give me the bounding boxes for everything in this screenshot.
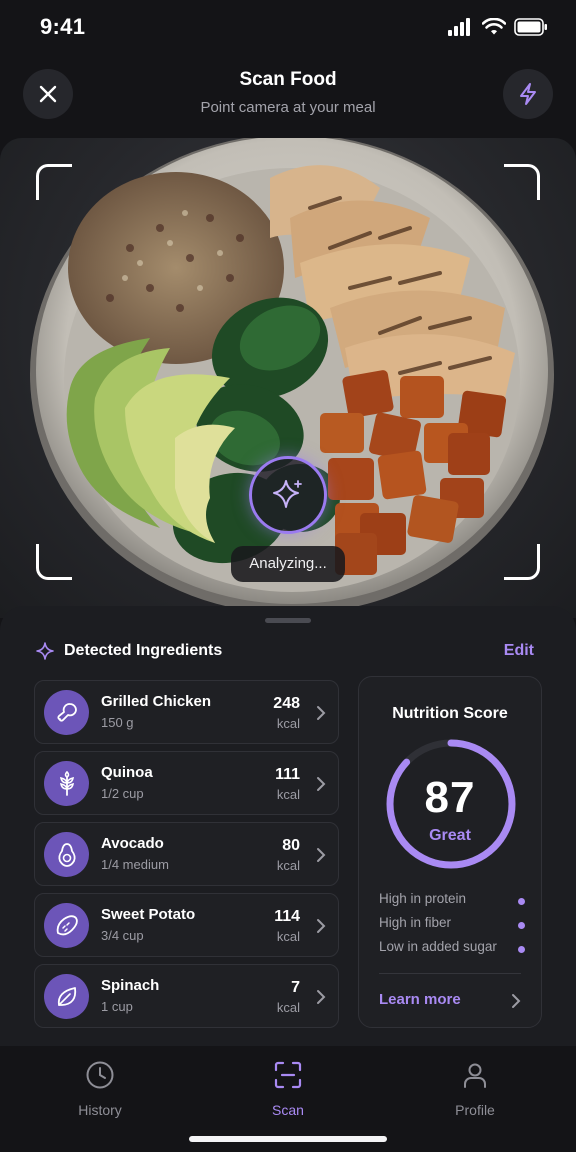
- highlight-dot: [518, 946, 525, 953]
- clock-icon: [86, 1061, 114, 1089]
- highlight-text: High in protein: [379, 891, 467, 906]
- status-time: 9:41: [40, 14, 86, 39]
- wifi-icon: [482, 18, 506, 35]
- person-icon: [464, 1063, 486, 1088]
- signal-icon: [448, 18, 470, 36]
- nutrition-score-card: Nutrition Score 87 Great High in protein…: [358, 676, 542, 1028]
- drumstick-icon: [44, 690, 89, 735]
- ingredient-qty: 1 cup: [101, 999, 133, 1014]
- ingredient-kcal-unit: kcal: [276, 1000, 300, 1015]
- score-value: 87: [424, 773, 476, 822]
- status-bar: 9:41: [0, 0, 576, 56]
- status-icons: [448, 18, 548, 36]
- tab-label: History: [78, 1102, 122, 1118]
- ingredient-name: Avocado: [101, 835, 164, 852]
- chevron-right-icon: [317, 848, 326, 862]
- battery-icon: [514, 18, 547, 36]
- sparkle-icon: [273, 480, 302, 508]
- frame-corner-top-right: [504, 164, 540, 200]
- highlight-dot: [518, 898, 525, 905]
- ingredient-qty: 3/4 cup: [101, 928, 144, 943]
- frame-corner-bottom-right: [504, 544, 540, 580]
- divider: [379, 973, 521, 974]
- sparkle-icon: [36, 642, 54, 660]
- ingredient-row[interactable]: Grilled Chicken 150 g 248 kcal: [34, 680, 339, 744]
- ingredient-kcal-unit: kcal: [276, 858, 300, 873]
- tab-history[interactable]: History: [40, 1058, 160, 1118]
- ingredient-kcal: 248: [273, 695, 300, 712]
- highlight-item: High in protein: [379, 891, 525, 915]
- ingredient-kcal-unit: kcal: [276, 929, 300, 944]
- camera-viewfinder[interactable]: Analyzing...: [0, 138, 576, 618]
- ingredient-name: Spinach: [101, 977, 160, 994]
- avocado-icon: [44, 832, 89, 877]
- leaf-icon: [44, 974, 89, 1019]
- header: Scan Food Point camera at your meal: [0, 56, 576, 136]
- ingredient-row[interactable]: Avocado 1/4 medium 80 kcal: [34, 822, 339, 886]
- sheet-grabber[interactable]: [265, 618, 311, 623]
- page-title: Scan Food: [239, 69, 337, 90]
- chevron-right-icon: [317, 990, 326, 1004]
- ingredient-name: Quinoa: [101, 764, 153, 781]
- scan-icon: [274, 1061, 302, 1089]
- ingredient-kcal: 80: [282, 837, 300, 854]
- highlight-item: High in fiber: [379, 915, 525, 939]
- edit-button[interactable]: Edit: [504, 642, 534, 660]
- ingredient-row[interactable]: Spinach 1 cup 7 kcal: [34, 964, 339, 1028]
- highlights-list: High in protein High in fiber Low in add…: [379, 891, 525, 963]
- tab-bar: History Scan Profile: [0, 1046, 576, 1152]
- highlight-dot: [518, 922, 525, 929]
- tab-label: Scan: [272, 1102, 304, 1118]
- chevron-right-icon: [317, 706, 326, 720]
- chevron-right-icon: [317, 919, 326, 933]
- frame-corner-top-left: [36, 164, 72, 200]
- tab-label: Profile: [455, 1102, 495, 1118]
- ingredient-kcal-unit: kcal: [276, 787, 300, 802]
- results-sheet: Detected Ingredients Edit Grilled Chicke…: [0, 606, 576, 1046]
- frame-corner-bottom-left: [36, 544, 72, 580]
- ingredient-kcal: 114: [274, 908, 300, 925]
- analyze-orb: [249, 456, 327, 534]
- ingredient-qty: 1/4 medium: [101, 857, 169, 872]
- sweet-potato-icon: [44, 903, 89, 948]
- ingredient-name: Sweet Potato: [101, 906, 196, 923]
- analyzing-label: Analyzing...: [231, 546, 345, 582]
- ingredient-qty: 150 g: [101, 715, 134, 730]
- chevron-right-icon: [317, 777, 326, 791]
- highlight-item: Low in added sugar: [379, 939, 525, 963]
- nutrition-title: Nutrition Score: [392, 705, 508, 722]
- highlight-text: Low in added sugar: [379, 939, 497, 954]
- lightning-icon: [520, 83, 536, 105]
- ingredient-name: Grilled Chicken: [101, 693, 212, 710]
- tab-profile[interactable]: Profile: [415, 1058, 535, 1118]
- score-rating: Great: [429, 827, 471, 844]
- highlight-text: High in fiber: [379, 915, 452, 930]
- ingredients-header: Detected Ingredients: [36, 642, 222, 660]
- chevron-right-icon[interactable]: [511, 993, 521, 1009]
- ingredient-qty: 1/2 cup: [101, 786, 144, 801]
- ingredients-title: Detected Ingredients: [64, 642, 223, 659]
- ingredient-row[interactable]: Quinoa 1/2 cup 111 kcal: [34, 751, 339, 815]
- home-indicator: [189, 1136, 387, 1142]
- tab-scan[interactable]: Scan: [228, 1058, 348, 1118]
- ingredient-kcal: 7: [291, 979, 300, 996]
- ingredient-list: Grilled Chicken 150 g 248 kcal Quinoa 1/…: [34, 680, 339, 1035]
- grain-icon: [44, 761, 89, 806]
- ingredient-kcal: 111: [275, 766, 300, 783]
- ingredient-row[interactable]: Sweet Potato 3/4 cup 114 kcal: [34, 893, 339, 957]
- learn-more-link[interactable]: Learn more: [379, 991, 461, 1008]
- ingredient-kcal-unit: kcal: [276, 716, 300, 731]
- flash-button[interactable]: [503, 69, 553, 119]
- page-subtitle: Point camera at your meal: [200, 99, 376, 116]
